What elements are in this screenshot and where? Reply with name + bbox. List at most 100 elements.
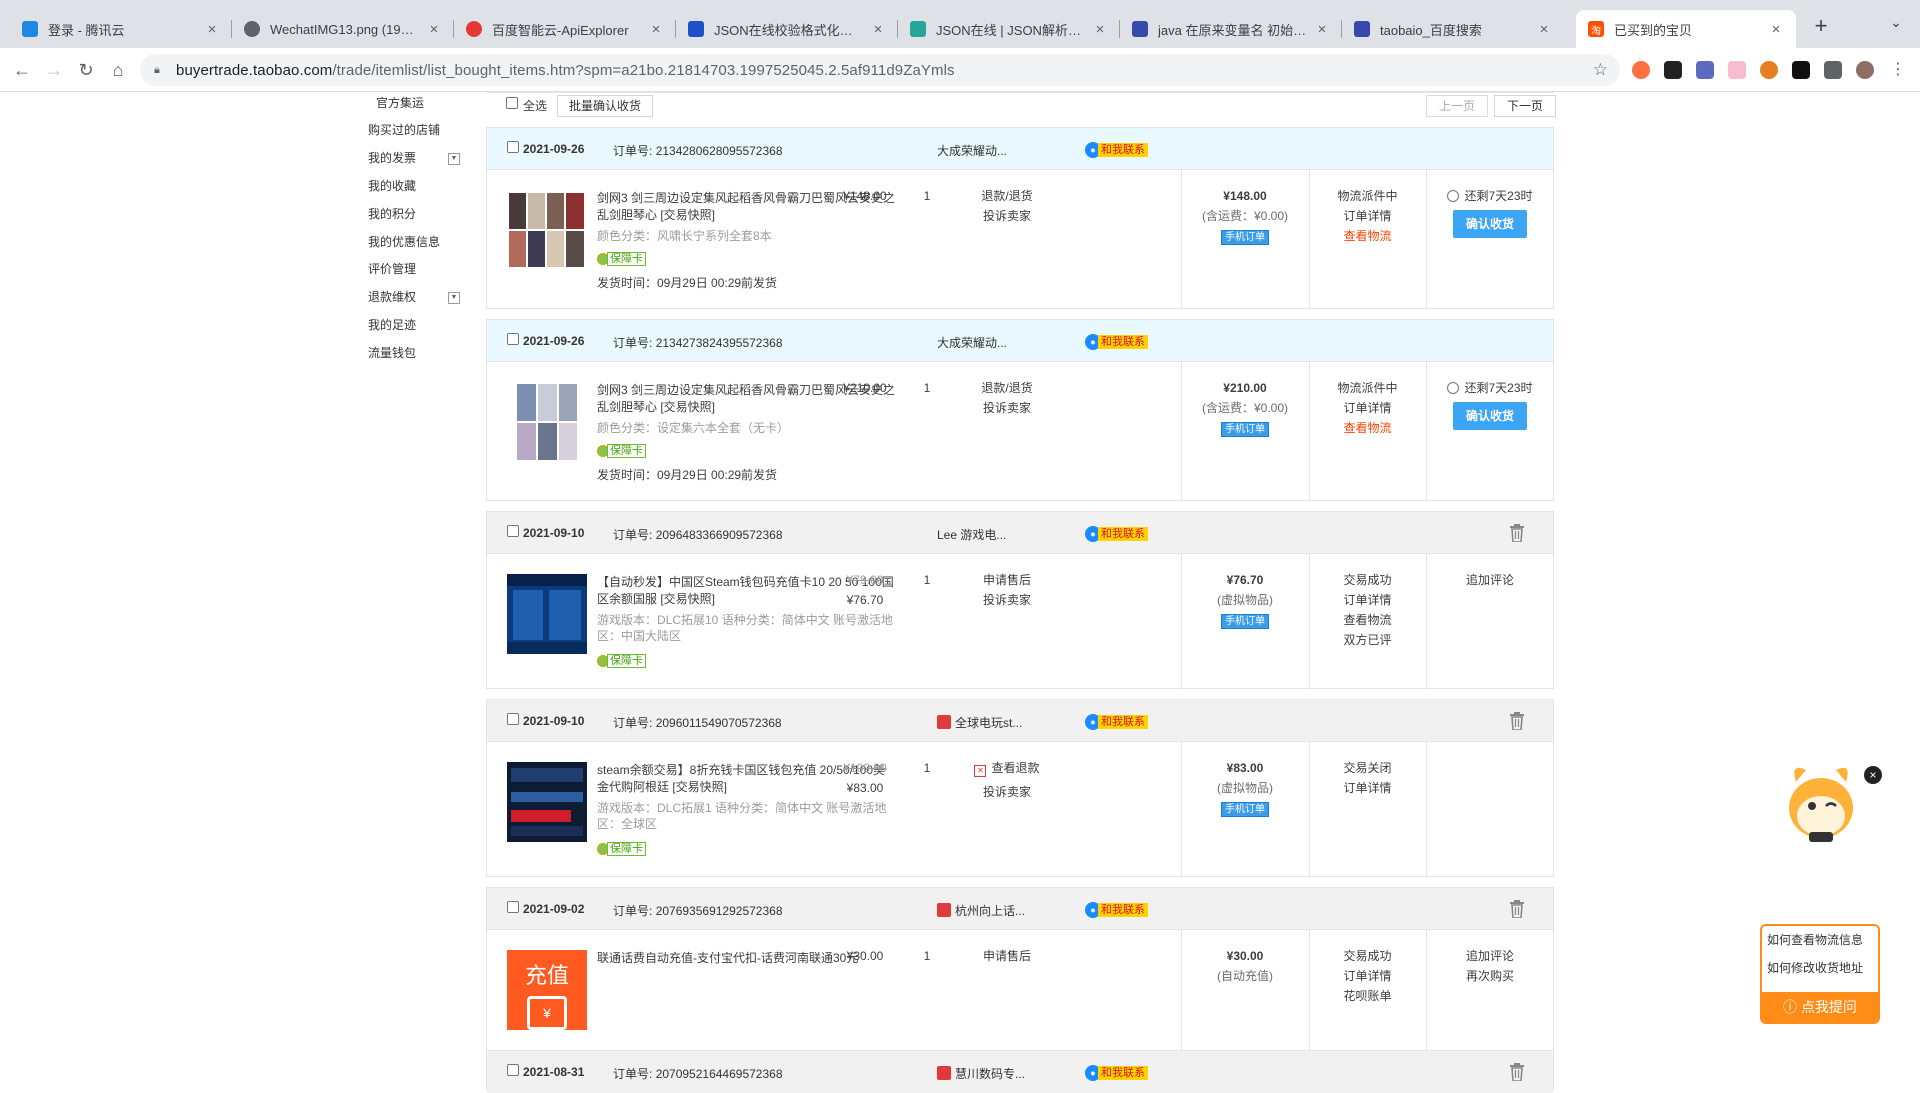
shop-name[interactable]: 大成荣耀动...	[937, 334, 1007, 351]
contact-seller-button[interactable]: ● 和我联系	[1085, 902, 1148, 918]
extension-icon[interactable]	[1728, 61, 1746, 79]
browser-tab[interactable]: JSON在线 | JSON解析格式化 ×	[898, 10, 1120, 48]
order-detail-link[interactable]: 订单详情	[1309, 778, 1426, 798]
puzzle-icon[interactable]	[1824, 61, 1842, 79]
tab-search-icon[interactable]: ⌄	[1886, 14, 1906, 34]
close-tab-icon[interactable]: ×	[1092, 21, 1108, 38]
menu-icon[interactable]: ⋮	[1884, 56, 1912, 84]
guarantee-card-badge[interactable]: 保障卡	[597, 444, 646, 458]
batch-confirm-button[interactable]: 批量确认收货	[557, 95, 653, 117]
guarantee-card-badge[interactable]: 保障卡	[597, 252, 646, 266]
complain-seller-link[interactable]: 投诉卖家	[957, 398, 1057, 418]
delete-trash-icon[interactable]	[1509, 1063, 1525, 1081]
expand-arrow-icon[interactable]: ▼	[448, 153, 460, 165]
extension-icon[interactable]	[1760, 61, 1778, 79]
contact-seller-button[interactable]: ● 和我联系	[1085, 142, 1148, 158]
order-detail-link[interactable]: 订单详情	[1309, 398, 1426, 418]
order-checkbox[interactable]	[507, 141, 519, 153]
sidebar-item-shops[interactable]: 购买过的店铺	[368, 121, 440, 141]
add-review-link[interactable]: 追加评论	[1426, 570, 1554, 590]
shop-name[interactable]: 大成荣耀动...	[937, 142, 1007, 159]
order-checkbox[interactable]	[507, 713, 519, 725]
complain-seller-link[interactable]: 投诉卖家	[957, 206, 1057, 226]
guarantee-card-badge[interactable]: 保障卡	[597, 654, 646, 668]
close-tab-icon[interactable]: ×	[1314, 21, 1330, 38]
view-logistics-link[interactable]: 查看物流	[1309, 226, 1426, 246]
extension-icon[interactable]	[1792, 61, 1810, 79]
next-page-button[interactable]: 下一页	[1494, 95, 1556, 117]
order-detail-link[interactable]: 订单详情	[1309, 966, 1426, 986]
order-checkbox[interactable]	[507, 1064, 519, 1076]
order-checkbox[interactable]	[507, 525, 519, 537]
product-thumbnail[interactable]	[515, 382, 579, 462]
confirm-receipt-button[interactable]: 确认收货	[1453, 210, 1527, 238]
buy-again-link[interactable]: 再次购买	[1426, 966, 1554, 986]
sidebar-item-invoice[interactable]: 我的发票 ▼	[368, 149, 478, 169]
close-tab-icon[interactable]: ×	[1536, 21, 1552, 38]
apply-after-sale-link[interactable]: 申请售后	[957, 570, 1057, 590]
bookmark-star-icon[interactable]: ☆	[1593, 60, 1608, 80]
order-checkbox[interactable]	[507, 901, 519, 913]
ask-question-button[interactable]: ⓘ 点我提问	[1762, 992, 1878, 1022]
view-logistics-link[interactable]: 查看物流	[1309, 610, 1426, 630]
huabei-bill-link[interactable]: 花呗账单	[1309, 986, 1426, 1006]
delete-trash-icon[interactable]	[1509, 524, 1525, 542]
forward-icon[interactable]: →	[40, 56, 68, 84]
browser-tab[interactable]: java 在原来变量名 初始化map ×	[1120, 10, 1342, 48]
mascot-icon[interactable]	[1776, 756, 1866, 844]
refund-return-link[interactable]: 退款/退货	[957, 186, 1057, 206]
browser-tab[interactable]: JSON在线校验格式化工具（E ×	[676, 10, 898, 48]
guarantee-card-badge[interactable]: 保障卡	[597, 842, 646, 856]
view-refund-link[interactable]: ✕ 查看退款	[957, 758, 1057, 778]
browser-tab[interactable]: 百度智能云-ApiExplorer ×	[454, 10, 676, 48]
contact-seller-button[interactable]: ● 和我联系	[1085, 334, 1148, 350]
address-bar[interactable]: 🔒︎ buyertrade.taobao.com/trade/itemlist/…	[140, 54, 1620, 86]
sidebar-item-data-wallet[interactable]: 流量钱包	[368, 344, 416, 364]
order-detail-link[interactable]: 订单详情	[1309, 206, 1426, 226]
delete-trash-icon[interactable]	[1509, 712, 1525, 730]
sidebar-item-refunds[interactable]: 退款维权 ▼	[368, 288, 478, 308]
extension-icon[interactable]	[1632, 61, 1650, 79]
sidebar-item-favorites[interactable]: 我的收藏	[368, 177, 416, 197]
contact-seller-button[interactable]: ● 和我联系	[1085, 526, 1148, 542]
close-tab-icon[interactable]: ×	[204, 21, 220, 38]
back-icon[interactable]: ←	[8, 56, 36, 84]
view-logistics-link[interactable]: 查看物流	[1309, 418, 1426, 438]
product-thumbnail[interactable]	[507, 190, 587, 270]
shop-name[interactable]: 慧川数码专...	[937, 1065, 1025, 1082]
prev-page-button[interactable]: 上一页	[1426, 95, 1488, 117]
select-all-checkbox[interactable]	[506, 97, 518, 109]
browser-tab[interactable]: 登录 - 腾讯云 ×	[10, 10, 232, 48]
order-checkbox[interactable]	[507, 333, 519, 345]
product-thumbnail[interactable]: 充值 ¥	[507, 950, 587, 1030]
url-text[interactable]: buyertrade.taobao.com/trade/itemlist/lis…	[176, 62, 955, 79]
complain-seller-link[interactable]: 投诉卖家	[957, 590, 1057, 610]
extension-icon[interactable]	[1696, 61, 1714, 79]
complain-seller-link[interactable]: 投诉卖家	[957, 782, 1057, 802]
home-icon[interactable]: ⌂	[104, 56, 132, 84]
extension-icon[interactable]	[1664, 61, 1682, 79]
delete-trash-icon[interactable]	[1509, 900, 1525, 918]
apply-after-sale-link[interactable]: 申请售后	[957, 946, 1057, 966]
refund-return-link[interactable]: 退款/退货	[957, 378, 1057, 398]
browser-tab[interactable]: taobaio_百度搜索 ×	[1342, 10, 1564, 48]
product-thumbnail[interactable]	[507, 762, 587, 842]
shop-name[interactable]: Lee 游戏电...	[937, 526, 1006, 543]
shop-name[interactable]: 全球电玩st...	[937, 714, 1022, 731]
shop-name[interactable]: 杭州向上话...	[937, 902, 1025, 919]
avatar[interactable]	[1856, 61, 1874, 79]
close-tab-icon[interactable]: ×	[870, 21, 886, 38]
sidebar-item-coupons[interactable]: 我的优惠信息	[368, 233, 440, 253]
product-thumbnail[interactable]	[507, 574, 587, 654]
sidebar-item-official-forwarding[interactable]: 官方集运	[376, 94, 424, 114]
close-tab-icon[interactable]: ×	[426, 21, 442, 38]
sidebar-item-reviews[interactable]: 评价管理	[368, 260, 416, 280]
add-review-link[interactable]: 追加评论	[1426, 946, 1554, 966]
browser-tab-active[interactable]: 淘 已买到的宝贝 ×	[1576, 10, 1796, 48]
order-detail-link[interactable]: 订单详情	[1309, 590, 1426, 610]
faq-logistics-link[interactable]: 如何查看物流信息	[1762, 926, 1878, 954]
expand-arrow-icon[interactable]: ▼	[448, 292, 460, 304]
close-tab-icon[interactable]: ×	[1768, 21, 1784, 38]
sidebar-item-points[interactable]: 我的积分	[368, 205, 416, 225]
contact-seller-button[interactable]: ● 和我联系	[1085, 1065, 1148, 1081]
